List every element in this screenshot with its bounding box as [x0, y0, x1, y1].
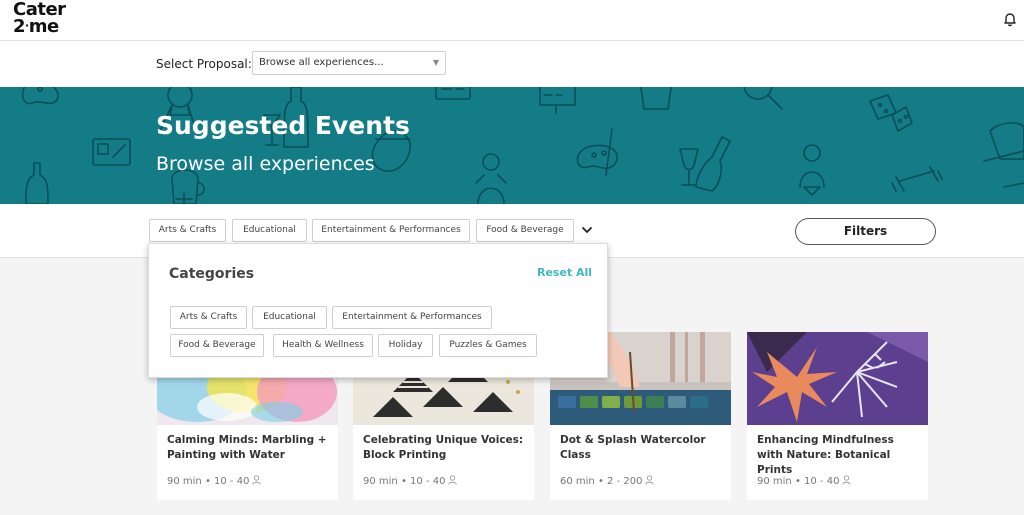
top-nav: Cater 2·me — [0, 0, 1024, 41]
person-icon — [252, 475, 262, 485]
chevron-down-icon[interactable] — [581, 224, 593, 236]
hero-subtitle: Browse all experiences — [156, 153, 375, 175]
proposal-bar: Select Proposal: Browse all experiences.… — [0, 41, 1024, 87]
person-icon — [448, 475, 458, 485]
category-chip-food[interactable]: Food & Beverage — [476, 219, 574, 242]
event-meta-text: 60 min • 2 - 200 — [560, 476, 643, 487]
dropdown-chip-arts[interactable]: Arts & Crafts — [170, 306, 247, 329]
bell-icon[interactable] — [1002, 11, 1018, 27]
event-meta: 60 min • 2 - 200 — [560, 475, 655, 487]
categories-dropdown: Categories Reset All Arts & Crafts Educa… — [148, 243, 608, 378]
logo-me: me — [28, 16, 59, 37]
hero-banner: Suggested Events Browse all experiences — [0, 87, 1024, 204]
event-card[interactable]: Enhancing Mindfulness with Nature: Botan… — [747, 332, 928, 500]
dropdown-chip-educational[interactable]: Educational — [252, 306, 327, 329]
filters-button[interactable]: Filters — [795, 218, 936, 245]
person-icon — [645, 475, 655, 485]
proposal-select[interactable]: Browse all experiences... ▼ — [252, 51, 446, 75]
dropdown-chip-food[interactable]: Food & Beverage — [170, 334, 264, 357]
category-chip-educational[interactable]: Educational — [232, 219, 307, 242]
event-meta: 90 min • 10 - 40 — [757, 475, 852, 487]
event-title: Calming Minds: Marbling + Painting with … — [167, 434, 327, 461]
select-caret-icon: ▼ — [432, 58, 439, 67]
event-meta: 90 min • 10 - 40 — [363, 475, 458, 487]
hero-pattern — [21, 87, 1024, 204]
event-title: Celebrating Unique Voices: Block Printin… — [363, 434, 524, 461]
event-image-botanical — [747, 332, 928, 425]
category-chip-arts[interactable]: Arts & Crafts — [149, 219, 226, 242]
event-meta-text: 90 min • 10 - 40 — [167, 476, 250, 487]
proposal-select-value: Browse all experiences... — [259, 57, 384, 68]
categories-title: Categories — [169, 266, 255, 282]
dropdown-chip-holiday[interactable]: Holiday — [378, 334, 433, 357]
reset-all-link[interactable]: Reset All — [537, 266, 592, 279]
person-icon — [842, 475, 852, 485]
category-chip-entertainment[interactable]: Entertainment & Performances — [312, 219, 470, 242]
dropdown-chip-health[interactable]: Health & Wellness — [273, 334, 373, 357]
event-meta-text: 90 min • 10 - 40 — [363, 476, 446, 487]
dropdown-chip-entertainment[interactable]: Entertainment & Performances — [332, 306, 492, 329]
hero-title: Suggested Events — [156, 111, 410, 140]
proposal-label: Select Proposal: — [156, 57, 252, 71]
event-meta-text: 90 min • 10 - 40 — [757, 476, 840, 487]
event-title: Dot & Splash Watercolor Class — [560, 434, 706, 461]
event-meta: 90 min • 10 - 40 — [167, 475, 262, 487]
dropdown-chip-puzzles[interactable]: Puzzles & Games — [439, 334, 537, 357]
event-title: Enhancing Mindfulness with Nature: Botan… — [757, 434, 894, 476]
logo[interactable]: Cater 2·me — [13, 1, 69, 39]
logo-two: 2 — [13, 16, 26, 37]
